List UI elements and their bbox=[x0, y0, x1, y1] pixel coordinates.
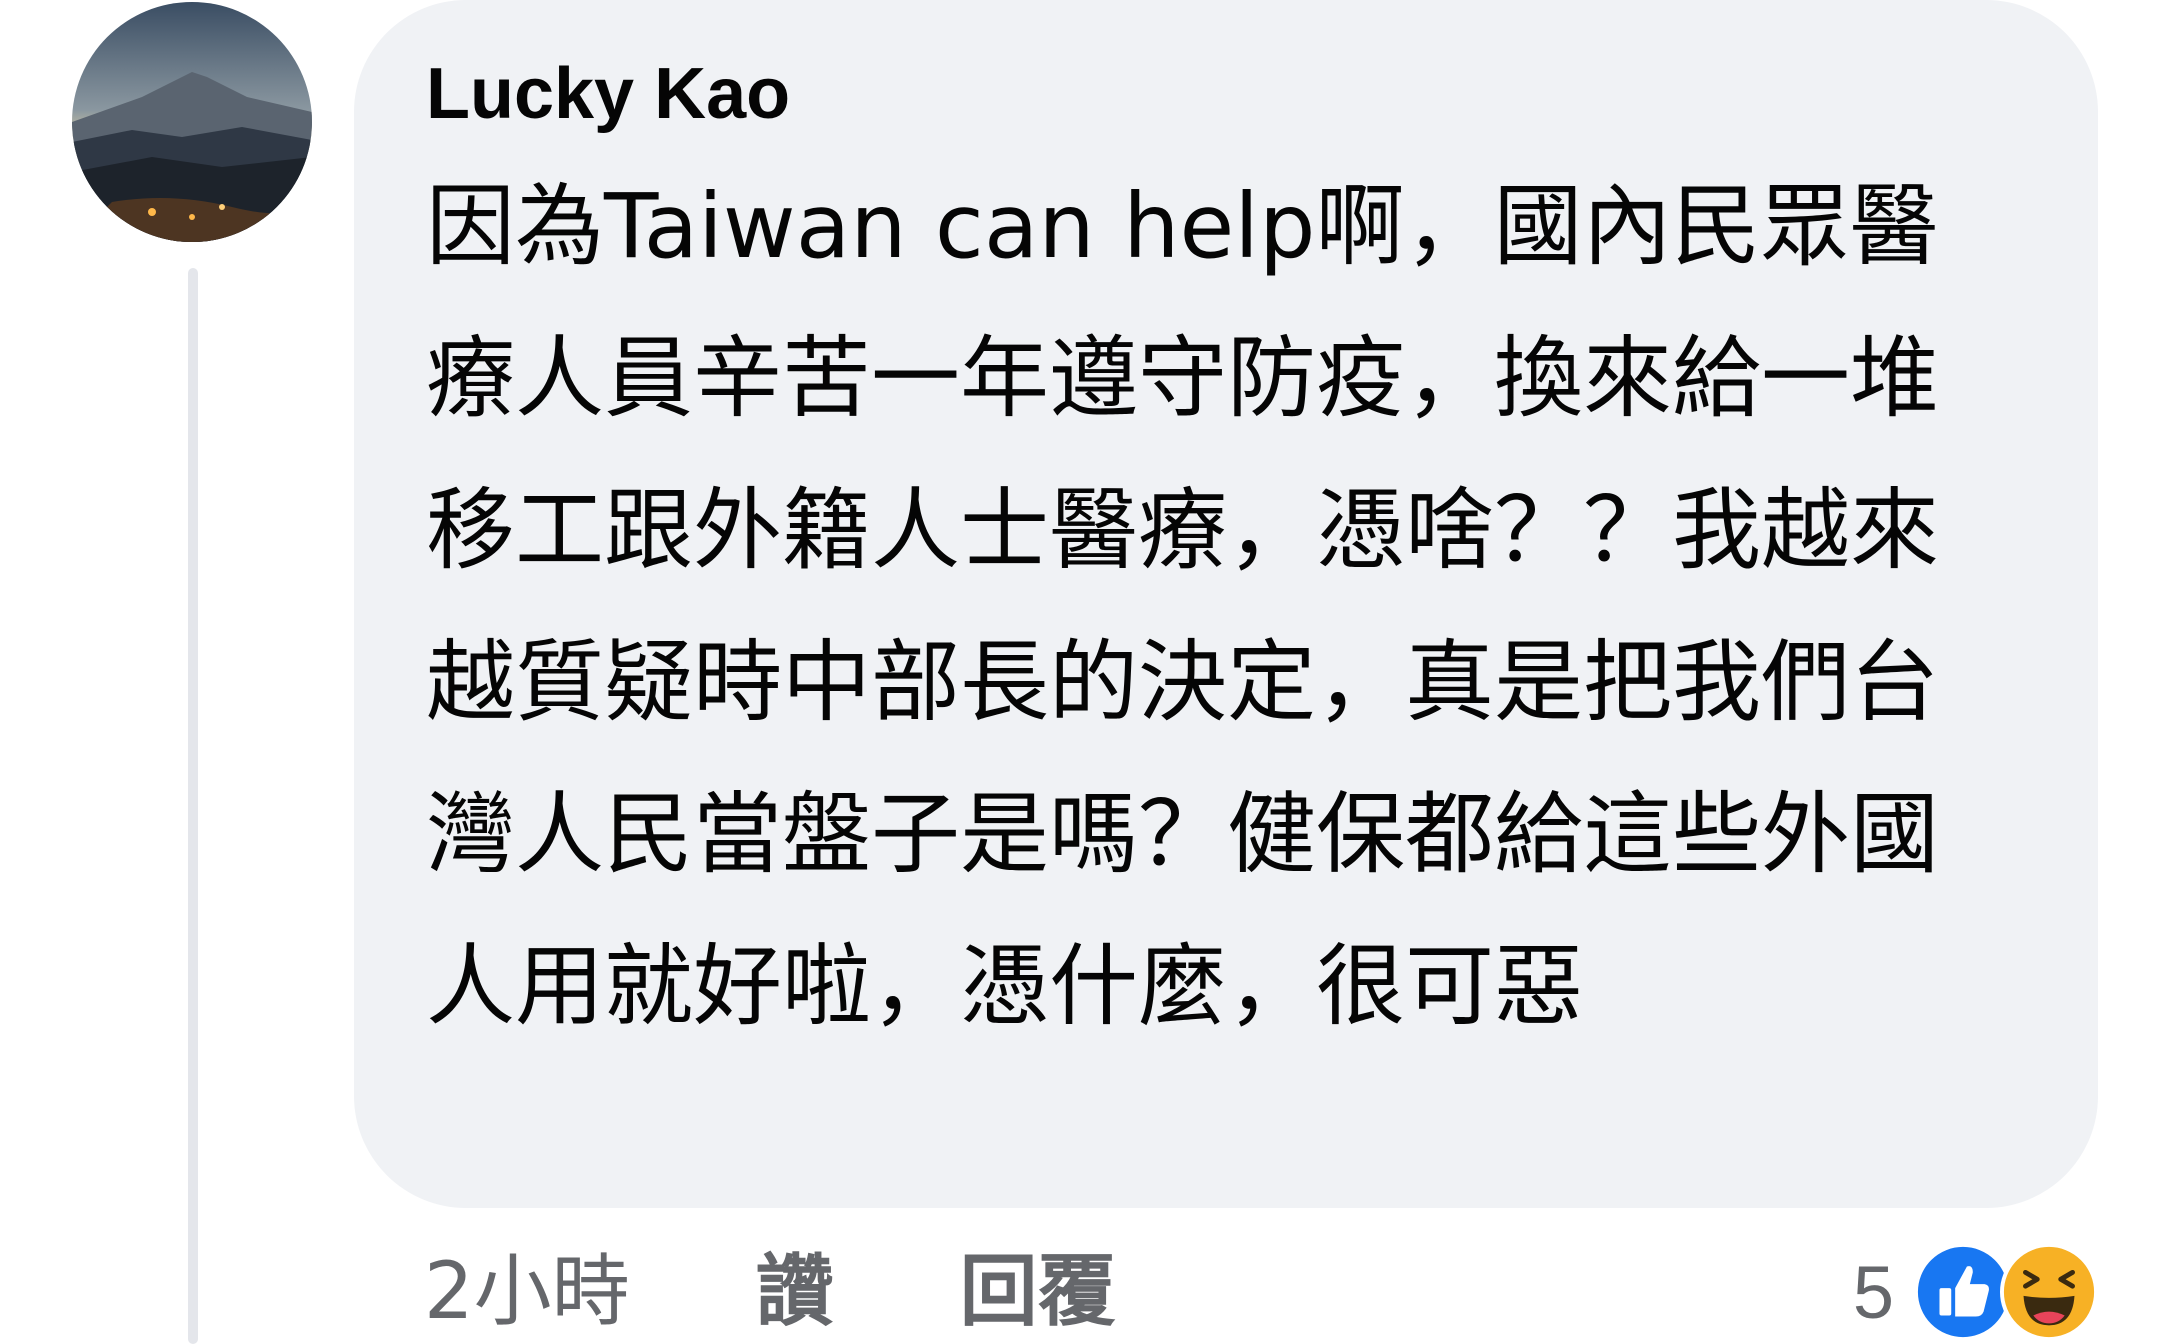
comment-timestamp[interactable]: 2小時 bbox=[424, 1242, 630, 1342]
comment-actions: 2小時 讚 回覆 bbox=[424, 1242, 1116, 1342]
comment-bubble: Lucky Kao 因為Taiwan can help啊，國內民眾醫療人員辛苦一… bbox=[354, 0, 2098, 1208]
like-button[interactable]: 讚 bbox=[756, 1242, 834, 1342]
haha-icon bbox=[2000, 1243, 2098, 1341]
avatar[interactable] bbox=[72, 2, 312, 242]
comment-author[interactable]: Lucky Kao bbox=[426, 46, 2018, 142]
reaction-summary[interactable]: 5 bbox=[1853, 1242, 2098, 1342]
comment-text: 因為Taiwan can help啊，國內民眾醫療人員辛苦一年遵守防疫，換來給一… bbox=[426, 174, 1939, 1038]
like-icon bbox=[1914, 1243, 2012, 1341]
reaction-count: 5 bbox=[1852, 1250, 1894, 1334]
reply-button[interactable]: 回覆 bbox=[960, 1242, 1116, 1342]
thread-line bbox=[188, 268, 198, 1344]
avatar-image bbox=[72, 2, 312, 242]
